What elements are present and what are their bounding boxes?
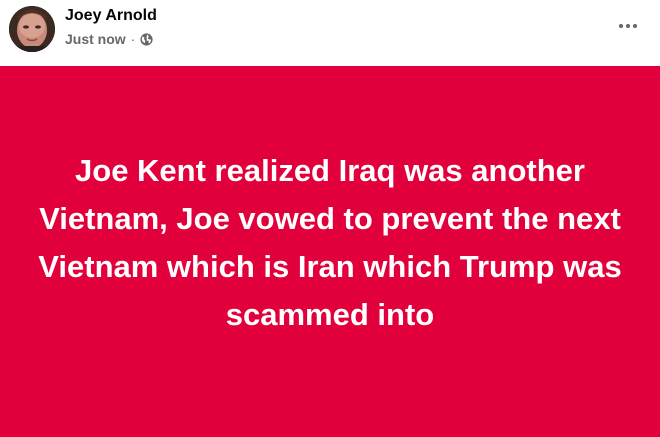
post-meta: Just now · bbox=[65, 30, 153, 48]
more-options-button[interactable] bbox=[612, 12, 644, 40]
background-text-card[interactable]: Joe Kent realized Iraq was another Vietn… bbox=[0, 66, 660, 437]
meta-separator: · bbox=[130, 31, 136, 47]
profile-photo bbox=[9, 6, 55, 52]
more-options-icon bbox=[619, 24, 623, 28]
facebook-post: Joey Arnold Just now · Joe Kent realized… bbox=[0, 0, 660, 437]
avatar[interactable] bbox=[9, 6, 55, 52]
post-text: Joe Kent realized Iraq was another Vietn… bbox=[38, 152, 622, 332]
post-header: Joey Arnold Just now · bbox=[0, 0, 660, 66]
author-name[interactable]: Joey Arnold bbox=[65, 6, 157, 26]
globe-icon[interactable] bbox=[140, 32, 153, 46]
post-timestamp[interactable]: Just now bbox=[65, 31, 126, 47]
